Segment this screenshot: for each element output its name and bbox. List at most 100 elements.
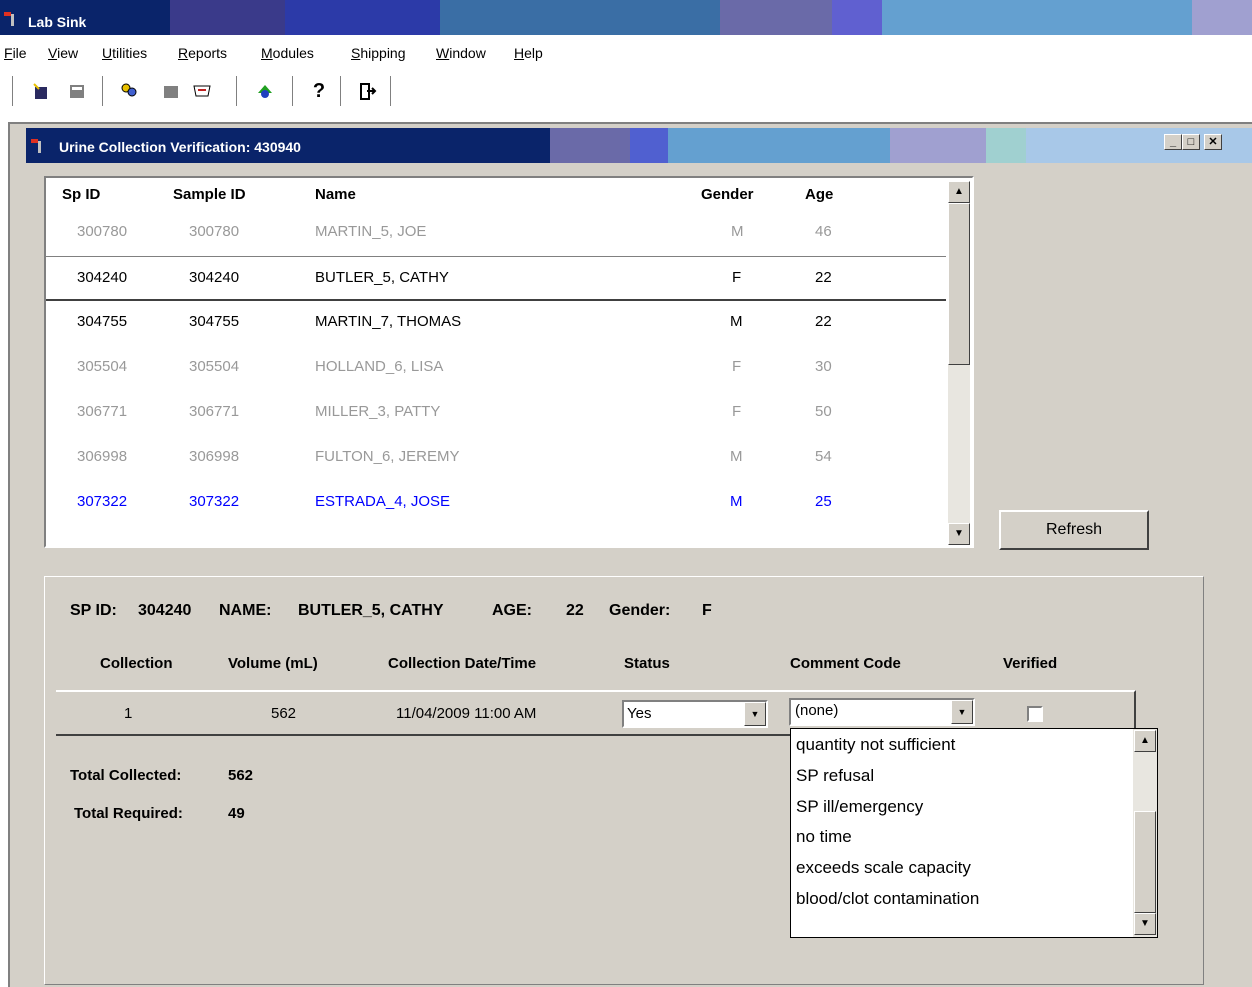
total-collected-label: Total Collected: (70, 767, 182, 784)
option-quantity-not-sufficient[interactable]: quantity not sufficient (796, 735, 955, 755)
maximize-icon[interactable]: □ (1182, 134, 1200, 150)
cell-sp-id: 307322 (77, 493, 128, 510)
datetime-value: 11/04/2009 11:00 AM (396, 705, 537, 722)
scroll-thumb[interactable] (948, 203, 970, 365)
header-gender[interactable]: Gender (701, 186, 754, 203)
collection-number: 1 (124, 705, 133, 722)
option-blood-clot-contamination[interactable]: blood/clot contamination (796, 889, 979, 909)
total-required-value: 49 (228, 805, 245, 822)
cell-sp-id: 306998 (77, 448, 128, 465)
app-title-bar: Lab Sink (0, 0, 1252, 35)
cell-gender: M (730, 448, 743, 465)
blank-icon[interactable] (158, 78, 184, 104)
chevron-down-icon[interactable]: ▼ (951, 700, 973, 724)
header-age[interactable]: Age (805, 186, 833, 203)
people-icon[interactable] (116, 78, 142, 104)
option-sp-refusal[interactable]: SP refusal (796, 766, 874, 786)
close-doc-icon[interactable] (64, 78, 90, 104)
list-row[interactable]: 305504 305504 HOLLAND_6, LISA F 30 (46, 346, 946, 391)
cell-sample-id: 300780 (189, 223, 240, 240)
name-value: BUTLER_5, CATHY (298, 602, 444, 619)
status-select[interactable]: Yes ▼ (622, 700, 768, 728)
option-sp-ill-emergency[interactable]: SP ill/emergency (796, 797, 923, 817)
cell-gender: F (732, 403, 742, 420)
transfer-icon[interactable] (252, 78, 278, 104)
menu-reports[interactable]: Reports (178, 45, 227, 61)
col-comment-code: Comment Code (790, 655, 901, 672)
app-title: Lab Sink (28, 14, 87, 30)
menu-view[interactable]: View (48, 45, 78, 61)
scroll-up-icon[interactable]: ▲ (948, 181, 970, 203)
menu-utilities[interactable]: Utilities (102, 45, 147, 61)
window-title-bar: Urine Collection Verification: 430940 _ … (26, 128, 1252, 163)
option-exceeds-scale-capacity[interactable]: exceeds scale capacity (796, 858, 971, 878)
gender-value: F (702, 602, 712, 619)
col-verified: Verified (1003, 655, 1058, 672)
total-collected-value: 562 (228, 767, 254, 784)
cell-sp-id: 304240 (77, 269, 128, 286)
refresh-button[interactable]: Refresh (999, 510, 1149, 550)
cell-sample-id: 304755 (189, 313, 240, 330)
gender-label: Gender: (609, 602, 671, 619)
verified-checkbox[interactable] (1027, 706, 1043, 722)
header-name[interactable]: Name (315, 186, 356, 203)
col-collection: Collection (100, 655, 173, 672)
toolbar: ? (0, 72, 1252, 112)
scroll-down-icon[interactable]: ▼ (1134, 913, 1156, 935)
cell-name: MILLER_3, PATTY (315, 403, 441, 420)
menu-bar: File View Utilities Reports Modules Ship… (0, 38, 1252, 70)
sp-id-label: SP ID: (70, 602, 117, 619)
list-scrollbar[interactable]: ▲ ▼ (948, 181, 970, 545)
comment-code-select[interactable]: (none) ▼ (789, 698, 975, 726)
participant-list[interactable]: Sp ID Sample ID Name Gender Age 300780 3… (44, 176, 974, 548)
cell-age: 25 (815, 493, 832, 510)
minimize-icon[interactable]: _ (1164, 134, 1182, 150)
list-row[interactable]: 304755 304755 MARTIN_7, THOMAS M 22 (46, 301, 946, 346)
list-row[interactable]: 306771 306771 MILLER_3, PATTY F 50 (46, 391, 946, 436)
cell-sample-id: 305504 (189, 358, 240, 375)
list-row-selected[interactable]: 304240 304240 BUTLER_5, CATHY F 22 (46, 256, 946, 301)
menu-shipping[interactable]: Shipping (351, 45, 406, 61)
dropdown-scrollbar[interactable]: ▲ ▼ (1133, 729, 1157, 937)
exit-icon[interactable] (354, 78, 380, 104)
list-row[interactable]: 300780 300780 MARTIN_5, JOE M 46 (46, 211, 946, 256)
menu-modules[interactable]: Modules (261, 45, 314, 61)
cell-gender: F (732, 358, 742, 375)
new-icon[interactable] (28, 78, 54, 104)
scroll-thumb[interactable] (1134, 811, 1156, 913)
menu-help[interactable]: Help (514, 45, 543, 61)
col-datetime: Collection Date/Time (388, 655, 537, 672)
cell-name: FULTON_6, JEREMY (315, 448, 460, 465)
cell-age: 22 (815, 313, 832, 330)
col-status: Status (624, 655, 670, 672)
help-icon[interactable]: ? (306, 78, 332, 104)
age-value: 22 (566, 602, 584, 619)
option-no-time[interactable]: no time (796, 827, 852, 847)
cell-sample-id: 304240 (189, 269, 240, 286)
chevron-down-icon[interactable]: ▼ (744, 702, 766, 726)
label-icon[interactable] (190, 78, 216, 104)
comment-code-dropdown[interactable]: quantity not sufficient SP refusal SP il… (790, 728, 1158, 938)
list-row[interactable]: 306998 306998 FULTON_6, JEREMY M 54 (46, 436, 946, 481)
scroll-down-icon[interactable]: ▼ (948, 523, 970, 545)
age-label: AGE: (492, 602, 532, 619)
cell-sample-id: 306998 (189, 448, 240, 465)
cell-sp-id: 304755 (77, 313, 128, 330)
cell-name: HOLLAND_6, LISA (315, 358, 444, 375)
scroll-up-icon[interactable]: ▲ (1134, 730, 1156, 752)
menu-file[interactable]: File (4, 45, 27, 61)
menu-window[interactable]: Window (436, 45, 486, 61)
list-row[interactable]: 307322 307322 ESTRADA_4, JOSE M 25 (46, 481, 946, 526)
header-sample-id[interactable]: Sample ID (173, 186, 246, 203)
status-value: Yes (627, 705, 652, 722)
app-icon (4, 12, 14, 26)
cell-age: 22 (815, 269, 832, 286)
cell-sp-id: 306771 (77, 403, 128, 420)
cell-age: 30 (815, 358, 832, 375)
comment-code-value: (none) (795, 702, 839, 719)
cell-name: BUTLER_5, CATHY (315, 269, 449, 286)
cell-gender: M (730, 493, 743, 510)
header-sp-id[interactable]: Sp ID (62, 186, 100, 203)
name-label: NAME: (219, 602, 272, 619)
close-icon[interactable]: ✕ (1204, 134, 1222, 150)
